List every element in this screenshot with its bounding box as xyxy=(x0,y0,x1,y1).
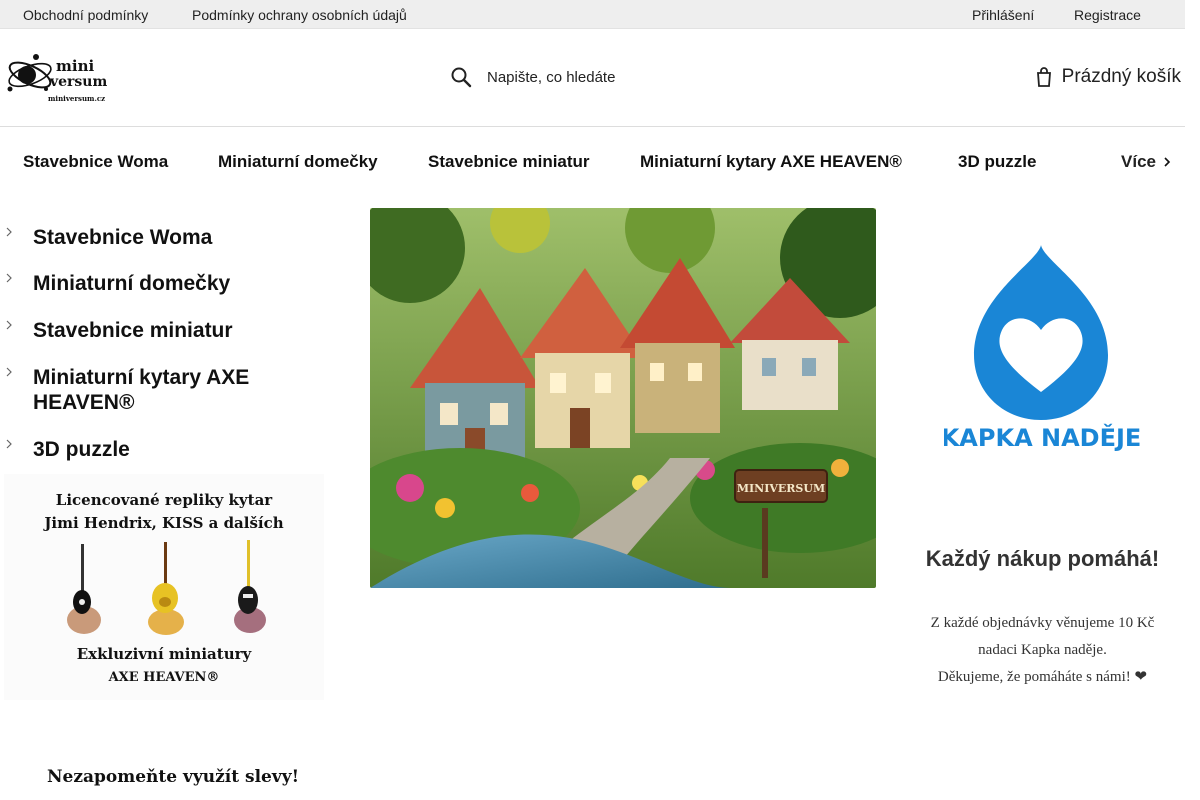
guitar-image xyxy=(148,542,184,635)
login-link[interactable]: Přihlášení xyxy=(972,7,1034,23)
terms-link[interactable]: Obchodní podmínky xyxy=(23,7,148,23)
logo-domain: miniversum.cz xyxy=(48,94,105,103)
hero-sign-text: MINIVERSUM xyxy=(737,482,825,495)
cart-button[interactable]: Prázdný košík xyxy=(1035,64,1181,90)
nav-item-axe-heaven[interactable]: Miniaturní kytary AXE HEAVEN® xyxy=(640,152,902,172)
charity-title: Každý nákup pomáhá! xyxy=(925,546,1160,571)
sidebar-item-label: Stavebnice Woma xyxy=(33,226,213,249)
chevron-down-icon xyxy=(1163,152,1171,172)
banner-line1: Licencované repliky kytar xyxy=(56,491,273,509)
chevron-right-icon xyxy=(4,271,33,291)
charity-text: Z každé objednávky věnujeme 10 Kč nadaci… xyxy=(900,610,1185,691)
sidebar-item-stavebnice-miniatur[interactable]: Stavebnice miniatur xyxy=(4,318,233,343)
chevron-right-icon xyxy=(4,225,33,245)
site-logo[interactable]: mini versum miniversum.cz xyxy=(4,49,108,105)
search-input[interactable] xyxy=(487,68,687,86)
logo-text-line2: versum xyxy=(49,74,107,90)
search-box[interactable] xyxy=(450,65,710,89)
top-bar: Obchodní podmínky Podmínky ochrany osobn… xyxy=(0,0,1185,29)
banner-line2: Jimi Hendrix, KISS a dalších xyxy=(42,514,283,532)
main-nav: Stavebnice Woma Miniaturní domečky Stave… xyxy=(0,127,1185,195)
chevron-right-icon xyxy=(4,318,33,338)
guitar-image xyxy=(67,544,101,634)
charity-text-line3: Děkujeme, že pomáháte s námi! ❤ xyxy=(937,669,1148,685)
sidebar-item-axe-heaven[interactable]: Miniaturní kytary AXE HEAVEN® xyxy=(4,365,304,415)
site-header: mini versum miniversum.cz Prázdný košík xyxy=(0,29,1185,127)
sidebar-item-miniaturni-domecky[interactable]: Miniaturní domečky xyxy=(4,271,230,296)
sidebar-item-label: Miniaturní kytary AXE HEAVEN® xyxy=(33,366,250,414)
chevron-right-icon xyxy=(4,437,33,457)
banner-line3: Exkluzivní miniatury xyxy=(77,645,253,663)
kapka-nadeje-logo[interactable]: KAPKA NADĚJE xyxy=(941,242,1144,462)
charity-text-line1: Z každé objednávky věnujeme 10 Kč xyxy=(930,615,1155,631)
kapka-logo-text: KAPKA NADĚJE xyxy=(944,423,1141,452)
nav-item-stavebnice-miniatur[interactable]: Stavebnice miniatur xyxy=(428,152,590,172)
charity-text-line2: nadaci Kapka naděje. xyxy=(978,642,1107,658)
sidebar-item-3d-puzzle[interactable]: 3D puzzle xyxy=(4,437,130,462)
sidebar-item-stavebnice-woma[interactable]: Stavebnice Woma xyxy=(4,225,212,250)
nav-item-3d-puzzle[interactable]: 3D puzzle xyxy=(958,152,1036,172)
nav-more-button[interactable]: Více xyxy=(1121,152,1171,172)
axe-heaven-banner[interactable]: Licencované repliky kytar Jimi Hendrix, … xyxy=(4,474,324,700)
nav-more-label: Více xyxy=(1121,152,1156,171)
sidebar-item-label: Miniaturní domečky xyxy=(33,272,231,295)
chevron-right-icon xyxy=(4,365,33,385)
banner-line4: AXE HEAVEN® xyxy=(108,670,220,685)
charity-section: KAPKA NADĚJE Každý nákup pomáhá! Z každé… xyxy=(900,208,1185,708)
nav-item-stavebnice-woma[interactable]: Stavebnice Woma xyxy=(23,152,168,172)
sidebar-item-label: Stavebnice miniatur xyxy=(33,319,233,342)
sidebar-item-label: 3D puzzle xyxy=(33,438,130,461)
cart-label: Prázdný košík xyxy=(1061,66,1181,87)
discount-banner-title: Nezapomeňte využít slevy! xyxy=(47,767,300,787)
search-icon[interactable] xyxy=(450,66,472,88)
register-link[interactable]: Registrace xyxy=(1074,7,1141,23)
hero-image[interactable]: MINIVERSUM xyxy=(370,208,876,588)
logo-text-line1: mini xyxy=(56,57,94,75)
nav-item-miniaturni-domecky[interactable]: Miniaturní domečky xyxy=(218,152,378,172)
cart-icon xyxy=(1035,67,1053,87)
privacy-link[interactable]: Podmínky ochrany osobních údajů xyxy=(192,7,407,23)
guitar-image xyxy=(234,540,266,633)
